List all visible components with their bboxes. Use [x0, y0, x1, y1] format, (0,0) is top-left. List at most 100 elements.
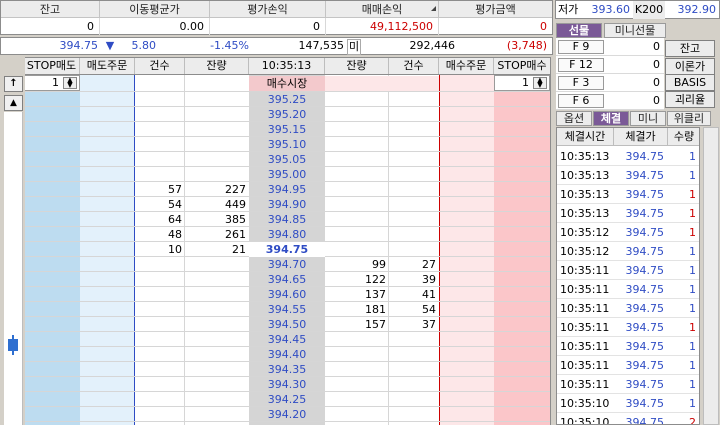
buy-order-column[interactable]: [439, 75, 494, 425]
summary-eval-pl-value: 0: [210, 18, 326, 35]
price-cell[interactable]: 394.70: [249, 257, 325, 272]
price-cell[interactable]: 394.55: [249, 302, 325, 317]
ask-count-cell: 57: [168, 183, 182, 196]
trade-row: 10:35:13 394.75 1: [557, 166, 699, 185]
trade-time: 10:35:11: [560, 340, 610, 353]
disparity-button[interactable]: 괴리율: [665, 91, 715, 108]
spinner-arrows-icon[interactable]: ▲ ▼: [533, 77, 547, 89]
current-price-cell[interactable]: 394.75: [249, 242, 325, 257]
bid-qty-cell: 157: [365, 318, 386, 331]
fkey-row[interactable]: F 6 0: [556, 92, 664, 110]
trade-time: 10:35:13: [560, 169, 610, 182]
trade-qty: 1: [689, 397, 696, 410]
price-cell[interactable]: 395.00: [249, 167, 325, 182]
trade-qty: 1: [689, 359, 696, 372]
low-label: 저가: [558, 3, 579, 16]
header-stop-buy: STOP매수: [497, 59, 547, 72]
bid-qty-cell: 181: [365, 303, 386, 316]
tab-options[interactable]: 옵션: [556, 111, 592, 126]
trade-price: 394.75: [625, 169, 665, 182]
bid-count-cell: 37: [422, 318, 436, 331]
fkey-row[interactable]: F 3 0: [556, 74, 664, 92]
price-cell[interactable]: 394.50: [249, 317, 325, 332]
ask-qty-cell: 227: [225, 183, 246, 196]
orderbook-body: 1 ▲ ▼ 매수시장 1 ▲ ▼ 395.25 395.20 395.15 395.10 3…: [4, 75, 551, 425]
trade-row: 10:35:10 394.75 1: [557, 394, 699, 413]
market-buy-label[interactable]: 매수시장: [249, 76, 325, 91]
trade-price: 394.75: [625, 378, 665, 391]
price-bar: 394.75 ▼ 5.80 -1.45% 147,535 미 292,446 (…: [0, 37, 553, 55]
summary-header-eval-pl: 평가손익: [210, 1, 326, 18]
price-cell[interactable]: 394.35: [249, 362, 325, 377]
fkey-row[interactable]: F 9 0: [556, 38, 664, 56]
theoretical-price-button[interactable]: 이론가: [665, 58, 715, 75]
trade-row: 10:35:11 394.75 1: [557, 337, 699, 356]
stop-sell-column[interactable]: [24, 75, 80, 425]
price-cell[interactable]: 394.40: [249, 347, 325, 362]
tab-futures[interactable]: 선물: [556, 23, 602, 38]
trade-qty: 1: [689, 321, 696, 334]
tab-mini[interactable]: 미니: [630, 111, 666, 126]
header-bid-qty: 잔량: [325, 58, 389, 74]
price-cell[interactable]: 394.90: [249, 197, 325, 212]
ask-qty-cell: 261: [225, 228, 246, 241]
trade-row: 10:35:11 394.75 1: [557, 261, 699, 280]
price-cell[interactable]: 395.25: [249, 92, 325, 107]
price-cell[interactable]: 395.20: [249, 107, 325, 122]
price-cell[interactable]: 394.45: [249, 332, 325, 347]
trade-price: 394.75: [625, 321, 665, 334]
change-percent: -1.45%: [210, 39, 249, 52]
stop-buy-qty-spinner[interactable]: 1 ▲ ▼: [494, 75, 550, 91]
header-ask-qty: 잔량: [185, 58, 249, 74]
fkey-label: F 3: [558, 76, 604, 90]
position-marker-line: [12, 335, 14, 355]
price-cell[interactable]: 394.60: [249, 287, 325, 302]
price-cell[interactable]: 395.05: [249, 152, 325, 167]
trade-list: 체결시간 체결가 수량 10:35:13 394.75 1 10:35:13 394.7…: [556, 127, 700, 425]
trade-header-qty: 수량: [668, 128, 699, 146]
fkey-row[interactable]: F 12 0: [556, 56, 664, 74]
trade-header-time: 체결시간: [557, 128, 614, 146]
stop-buy-column[interactable]: [494, 75, 550, 425]
header-ask-count: 건수: [135, 58, 185, 74]
trade-row: 10:35:11 394.75 1: [557, 356, 699, 375]
spinner-arrows-icon[interactable]: ▲ ▼: [63, 77, 77, 89]
ask-count-cell: 10: [168, 243, 182, 256]
basis-button[interactable]: BASIS: [665, 74, 715, 91]
right-panel: 저가 393.60 K200 392.90 선물 미니선물 F 9 0 F 12 0…: [555, 0, 720, 425]
tab-weekly[interactable]: 위클리: [667, 111, 711, 126]
fkey-value: 0: [653, 94, 660, 107]
price-cell[interactable]: 395.15: [249, 122, 325, 137]
fkey-list: F 9 0 F 12 0 F 3 0 F 6 0: [556, 38, 664, 110]
stop-sell-qty-value: 1: [52, 76, 59, 89]
price-cell[interactable]: 394.85: [249, 212, 325, 227]
balance-button[interactable]: 잔고: [665, 40, 715, 57]
trade-row: 10:35:13 394.75 1: [557, 185, 699, 204]
price-cell[interactable]: 394.95: [249, 182, 325, 197]
market-buy-area: [325, 76, 439, 91]
price-cell[interactable]: 394.30: [249, 377, 325, 392]
trade-row: 10:35:12 394.75 1: [557, 223, 699, 242]
price-cell[interactable]: 394.80: [249, 227, 325, 242]
price-cell[interactable]: 394.65: [249, 272, 325, 287]
ask-qty-cell: 449: [225, 198, 246, 211]
sell-order-column[interactable]: [80, 75, 135, 425]
trade-time: 10:35:11: [560, 321, 610, 334]
trade-list-scrollbar[interactable]: [703, 127, 719, 425]
price-cell[interactable]: 395.10: [249, 137, 325, 152]
up-arrow-button[interactable]: ↑: [4, 76, 23, 92]
tab-trades[interactable]: 체결: [593, 111, 629, 126]
trade-time: 10:35:11: [560, 378, 610, 391]
scroll-up-button[interactable]: ▲: [4, 95, 23, 111]
ask-qty-cell: 21: [232, 243, 246, 256]
trade-qty: 1: [689, 150, 696, 163]
bid-count-cell: 54: [422, 303, 436, 316]
tab-mini-futures[interactable]: 미니선물: [604, 23, 666, 38]
summary-header-eval-amount: 평가금액: [439, 1, 552, 18]
trade-time: 10:35:13: [560, 207, 610, 220]
stop-sell-qty-spinner[interactable]: 1 ▲ ▼: [24, 75, 80, 91]
price-cell[interactable]: 394.25: [249, 392, 325, 407]
price-cell[interactable]: 394.20: [249, 407, 325, 422]
trade-qty: 1: [689, 378, 696, 391]
position-track[interactable]: [4, 112, 23, 425]
